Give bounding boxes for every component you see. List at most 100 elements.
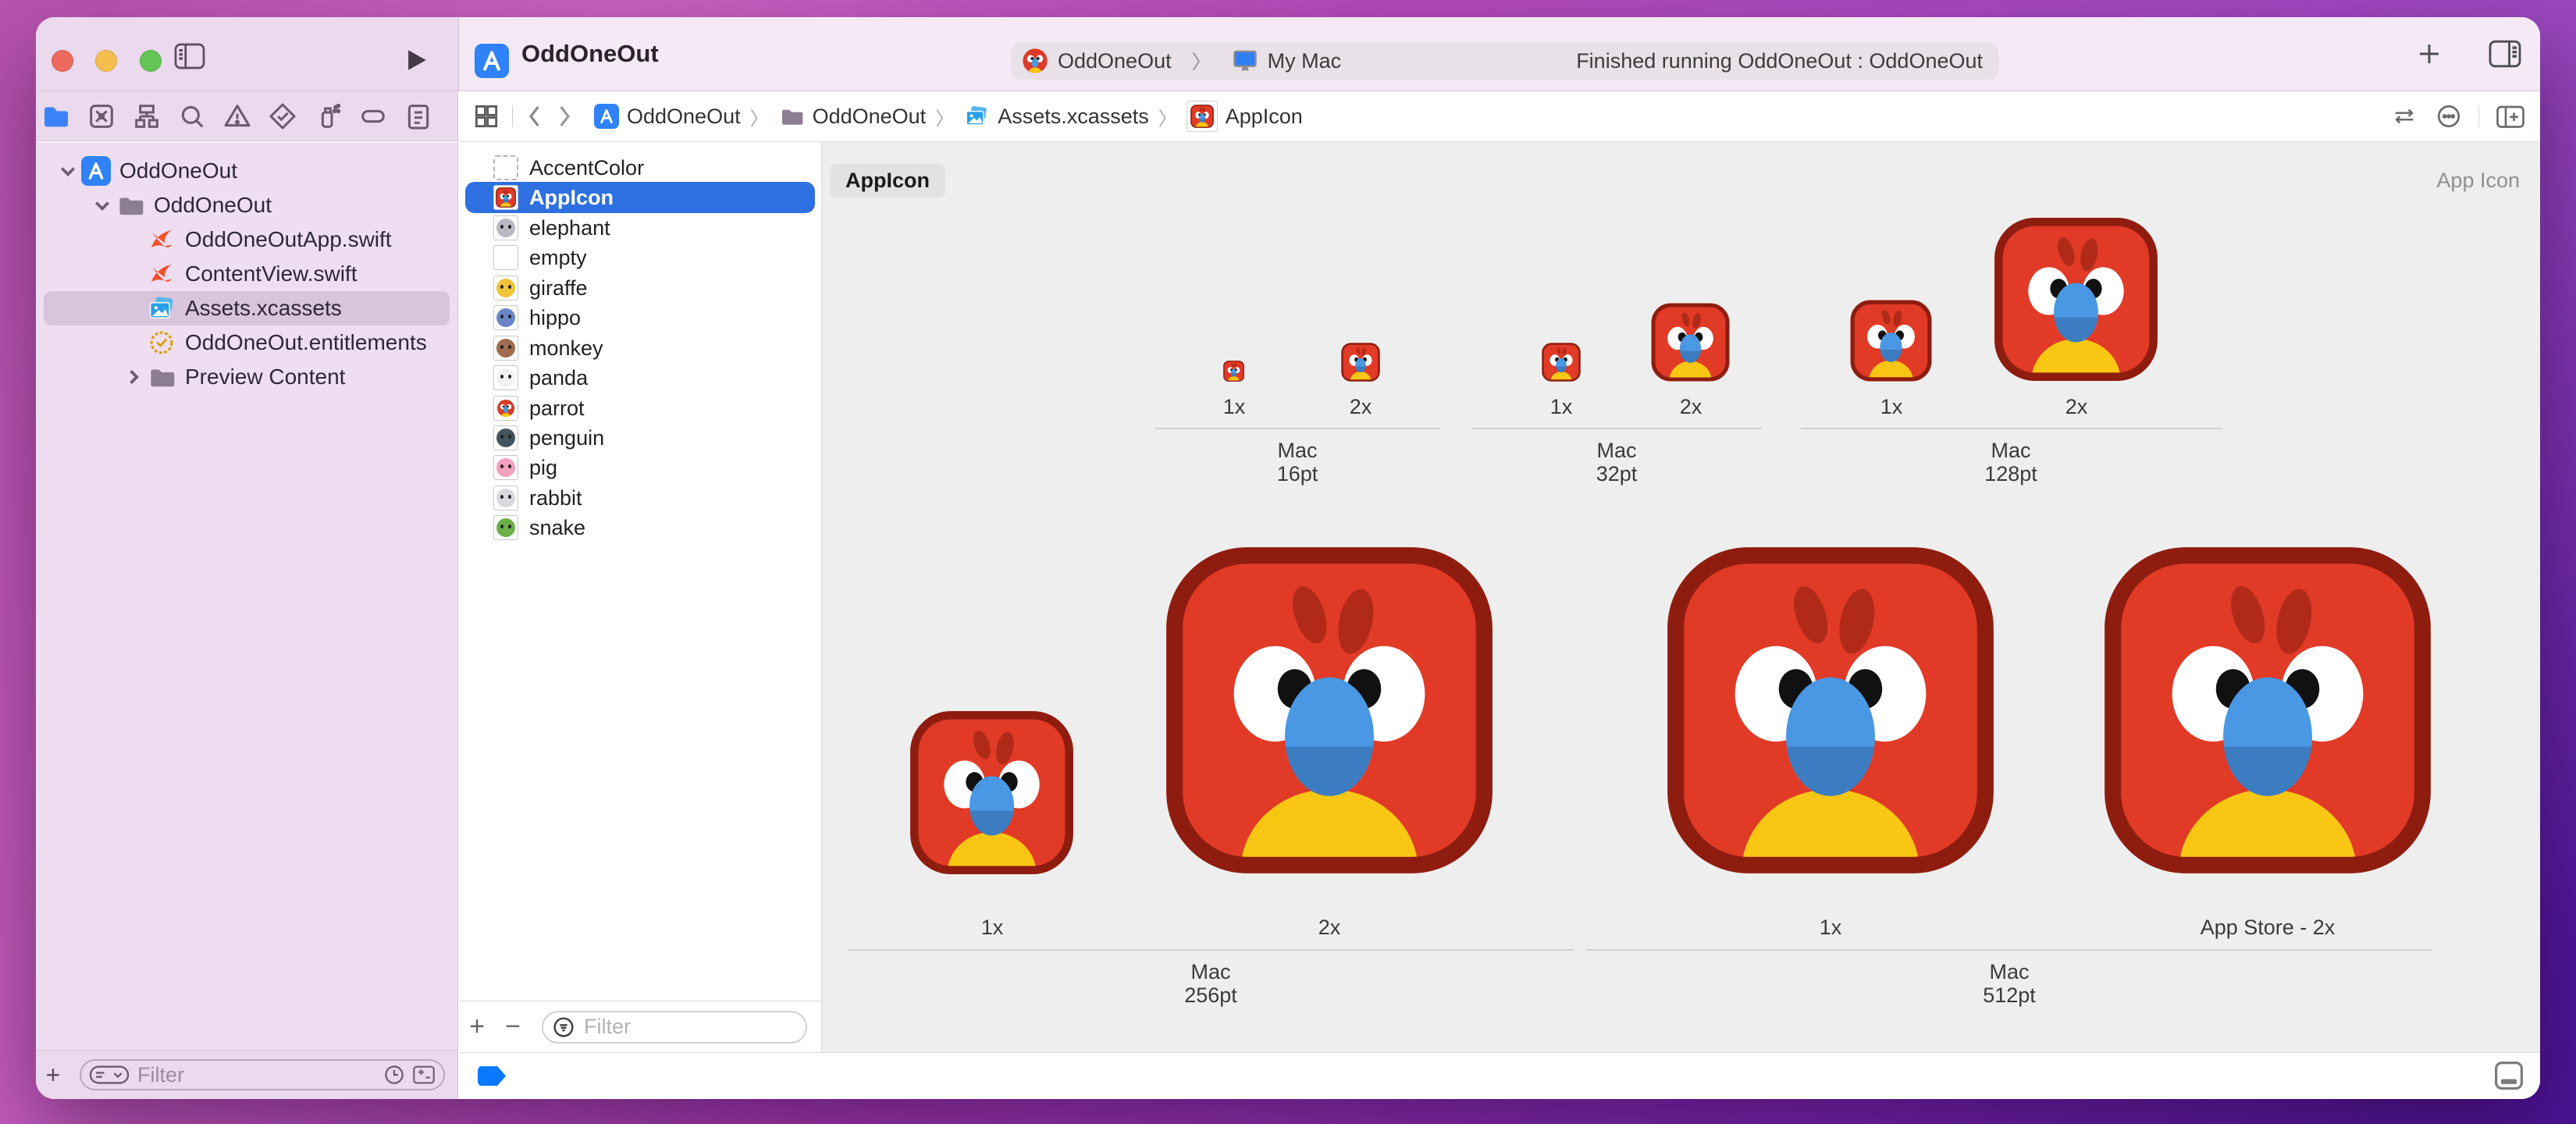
folder-icon <box>114 192 147 219</box>
chevron-down-icon[interactable] <box>91 196 114 215</box>
breadcrumb-separator: 〉 <box>750 103 769 130</box>
navigator-filter-field[interactable] <box>80 1059 445 1090</box>
xcode-window: OddOneOut OddOneOut 〉 My Mac Finished ru… <box>36 17 2540 1099</box>
source-control-status-icon[interactable] <box>412 1065 436 1085</box>
asset-label: elephant <box>529 216 610 240</box>
asset-label: monkey <box>529 336 603 361</box>
more-options-icon[interactable] <box>2435 102 2463 130</box>
chevron-down-icon[interactable] <box>56 162 80 180</box>
minimize-button[interactable] <box>95 50 117 72</box>
breadcrumb-project[interactable]: OddOneOut <box>594 104 741 129</box>
toggle-navigator-icon[interactable] <box>173 42 206 70</box>
source-control-navigator-icon[interactable] <box>86 101 117 132</box>
list-item-giraffe[interactable]: giraffe <box>465 272 815 304</box>
list-item-parrot[interactable]: parrot <box>465 393 815 424</box>
tree-row-group[interactable]: OddOneOut <box>44 188 450 222</box>
divider <box>2478 105 2479 127</box>
zoom-button[interactable] <box>140 50 162 72</box>
scheme-separator: 〉 <box>1192 47 1212 75</box>
related-items-icon[interactable] <box>471 101 501 131</box>
tree-row-assets-selected[interactable]: Assets.xcassets <box>44 291 450 325</box>
tree-row-swift-file[interactable]: OddOneOutApp.swift <box>44 222 450 257</box>
appicon-slot-mac128-1x[interactable] <box>1850 300 1932 382</box>
tree-row-swift-file[interactable]: ContentView.swift <box>44 257 450 291</box>
debug-navigator-icon[interactable] <box>312 101 343 132</box>
list-item-appicon-selected[interactable]: AppIcon <box>465 182 815 213</box>
tree-row-preview-content[interactable]: Preview Content <box>44 360 450 394</box>
appicon-slot-mac32-1x[interactable] <box>1542 343 1581 382</box>
list-item-pig[interactable]: pig <box>465 452 815 483</box>
scheme-selector[interactable]: OddOneOut 〉 My Mac Finished running OddO… <box>1011 42 1998 80</box>
list-item-rabbit[interactable]: rabbit <box>465 482 815 514</box>
breadcrumb-group[interactable]: OddOneOut <box>778 105 927 129</box>
group-name-mac128: Mac128pt <box>1917 439 2105 486</box>
parrot-thumb <box>493 396 518 421</box>
appicon-slot-mac256-1x[interactable] <box>909 710 1074 875</box>
run-button[interactable] <box>403 47 429 73</box>
add-file-button[interactable]: + <box>36 1061 70 1090</box>
hippo-thumb <box>496 308 515 327</box>
group-divider <box>1587 949 2432 951</box>
pig-thumb <box>496 458 515 477</box>
project-navigator-icon[interactable] <box>41 101 72 132</box>
asset-label: panda <box>529 366 588 390</box>
library-add-icon[interactable] <box>2415 40 2443 68</box>
asset-filter-field[interactable] <box>542 1011 807 1044</box>
breakpoints-toggle-tag[interactable] <box>478 1066 506 1086</box>
recent-files-clock-icon[interactable] <box>382 1063 406 1087</box>
close-button[interactable] <box>52 50 73 72</box>
activity-status: Finished running OddOneOut : OddOneOut <box>1341 49 1998 73</box>
asset-label: penguin <box>529 426 604 450</box>
remove-asset-button[interactable]: − <box>495 1012 531 1042</box>
list-item-panda[interactable]: panda <box>465 362 815 393</box>
folder-icon <box>145 364 178 390</box>
appicon-slot-mac256-2x[interactable] <box>1165 546 1494 875</box>
list-item-empty[interactable]: empty <box>465 242 815 273</box>
appicon-thumb <box>493 185 518 210</box>
add-editor-icon[interactable] <box>2495 102 2526 130</box>
list-item-elephant[interactable]: elephant <box>465 212 815 244</box>
back-icon[interactable] <box>524 104 544 129</box>
appicon-slot-mac16-2x[interactable] <box>1341 343 1380 382</box>
add-asset-button[interactable]: + <box>459 1012 495 1042</box>
project-app-icon <box>475 44 509 78</box>
list-item-accentcolor[interactable]: AccentColor <box>465 152 815 183</box>
entitlements-icon <box>145 329 178 357</box>
appicon-slot-mac32-2x[interactable] <box>1651 303 1730 382</box>
find-navigator-icon[interactable] <box>176 101 208 132</box>
list-item-monkey[interactable]: monkey <box>465 333 815 364</box>
breadcrumb-asset[interactable]: AppIcon <box>1187 101 1303 132</box>
asset-label: pig <box>529 456 557 480</box>
giraffe-thumb <box>496 279 515 297</box>
scale-label: 1x <box>1706 916 1955 940</box>
appicon-slot-mac16-1x[interactable] <box>1223 361 1244 382</box>
tree-label: ContentView.swift <box>185 261 358 286</box>
list-item-penguin[interactable]: penguin <box>465 422 815 454</box>
list-item-hippo[interactable]: hippo <box>465 302 815 333</box>
appicon-slot-mac512-1x[interactable] <box>1666 546 1995 875</box>
issue-navigator-icon[interactable] <box>222 101 253 132</box>
chevron-right-icon[interactable] <box>122 368 145 386</box>
scheme-target[interactable]: OddOneOut 〉 My Mac <box>1011 47 1341 75</box>
swap-editors-icon[interactable] <box>2389 103 2419 130</box>
empty-thumb <box>493 245 518 270</box>
appicon-slot-mac128-2x[interactable] <box>1994 217 2158 382</box>
breadcrumb-catalog[interactable]: Assets.xcassets <box>963 104 1149 129</box>
tree-row-project[interactable]: OddOneOut <box>44 154 450 188</box>
test-navigator-icon[interactable] <box>267 101 298 132</box>
breakpoint-navigator-icon[interactable] <box>358 101 389 132</box>
selection-tab[interactable]: AppIcon <box>830 164 945 197</box>
asset-label: giraffe <box>529 276 588 301</box>
appicon-editor-canvas: AppIcon App Icon 1x 2x 1x 2x 1x 2x Mac16… <box>822 142 2540 1052</box>
tree-row-entitlements[interactable]: OddOneOut.entitlements <box>44 325 450 360</box>
forward-icon[interactable] <box>555 104 575 129</box>
symbol-navigator-icon[interactable] <box>131 101 162 132</box>
list-item-snake[interactable]: snake <box>465 512 815 543</box>
navigator-filter-input[interactable] <box>136 1062 376 1088</box>
inspector-toggle-icon[interactable] <box>2487 39 2523 69</box>
asset-filter-input[interactable] <box>582 1014 798 1040</box>
debug-area-toggle-icon[interactable] <box>2492 1060 2526 1091</box>
group-name-mac256: Mac256pt <box>1117 960 1304 1007</box>
report-navigator-icon[interactable] <box>403 101 434 132</box>
appicon-slot-appstore-2x[interactable] <box>2103 546 2432 875</box>
